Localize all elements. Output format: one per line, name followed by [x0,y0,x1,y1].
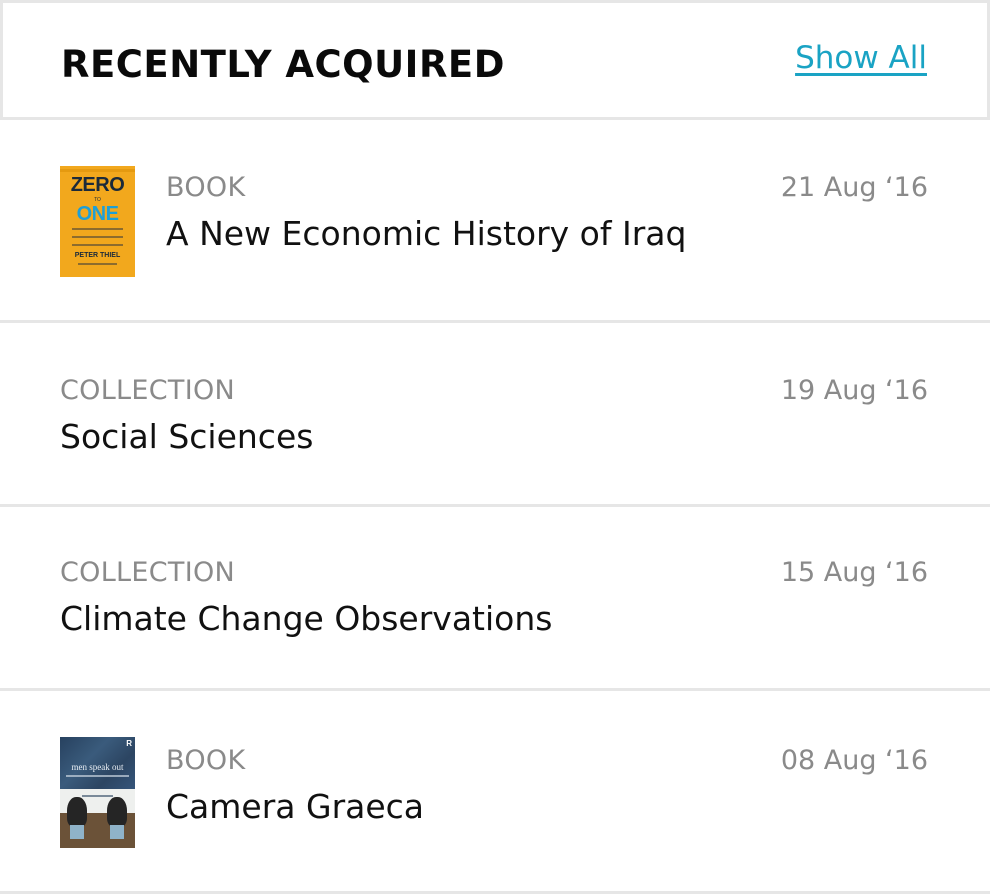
item-title[interactable]: Social Sciences [60,417,313,456]
item-title[interactable]: A New Economic History of Iraq [166,214,686,253]
publisher-logo: R [126,739,132,748]
book-cover-image: R men speak out [60,737,135,848]
list-item[interactable]: R men speak out BOOK Camera Graeca 08 Au… [0,691,990,894]
recently-acquired-panel: RECENTLY ACQUIRED Show All ZERO TO ONE P… [0,0,990,894]
item-type-label: BOOK [166,172,246,203]
item-date: 15 Aug ‘16 [780,557,928,588]
panel-title: RECENTLY ACQUIRED [61,43,505,86]
cover-title: men speak out [71,762,124,772]
list-item[interactable]: ZERO TO ONE PETER THIEL BOOK A New Econo… [0,120,990,323]
book-cover-thumbnail: ZERO TO ONE PETER THIEL [60,166,135,277]
item-type-label: COLLECTION [60,375,236,406]
item-type-label: BOOK [166,745,246,776]
show-all-link[interactable]: Show All [795,40,927,76]
book-cover-image: ZERO TO ONE PETER THIEL [60,166,135,277]
list-item[interactable]: COLLECTION Climate Change Observations 1… [0,507,990,691]
item-date: 19 Aug ‘16 [780,375,928,406]
item-title[interactable]: Camera Graeca [166,787,424,826]
list-item[interactable]: COLLECTION Social Sciences 19 Aug ‘16 [0,323,990,507]
book-cover-thumbnail: R men speak out [60,737,135,848]
item-title[interactable]: Climate Change Observations [60,599,552,638]
cover-title-word: ZERO [70,174,125,196]
cover-title-word: ONE [76,203,119,225]
panel-header: RECENTLY ACQUIRED Show All [0,0,990,120]
item-type-label: COLLECTION [60,557,236,588]
cover-author: PETER THIEL [74,252,121,259]
item-date: 08 Aug ‘16 [780,745,928,776]
item-date: 21 Aug ‘16 [780,172,928,203]
